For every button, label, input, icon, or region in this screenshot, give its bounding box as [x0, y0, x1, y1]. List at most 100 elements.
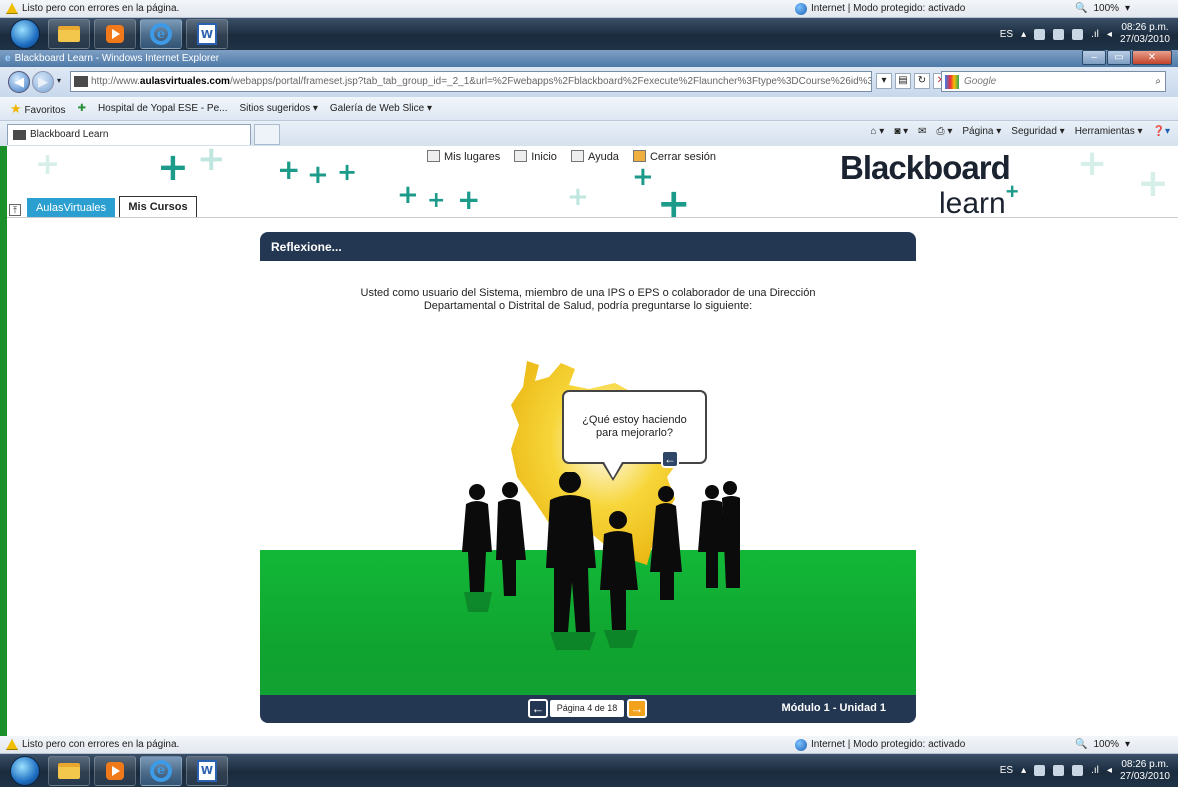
decor-plus: + [35, 147, 61, 182]
search-icon[interactable]: ⌕ [1155, 72, 1161, 91]
show-hidden-icons[interactable]: ▴ [1021, 29, 1026, 40]
word-icon: W [197, 759, 217, 782]
url-path: /webapps/portal/frameset.jsp?tab_tab_gro… [229, 76, 872, 87]
security-menu[interactable]: Seguridad ▾ [1011, 126, 1064, 137]
ie-title-icon: e [5, 53, 11, 64]
link-mis-lugares[interactable]: Mis lugares [427, 150, 500, 163]
favorite-galeria-web-slice[interactable]: Galería de Web Slice ▾ [330, 103, 432, 114]
address-dropdown-button[interactable]: ▾ [876, 73, 892, 89]
warning-icon[interactable] [6, 3, 18, 14]
maximize-button[interactable]: ▭ [1107, 50, 1131, 65]
forward-button[interactable]: ▶ [32, 71, 54, 93]
language-indicator[interactable]: ES [1000, 29, 1013, 40]
taskbar-ie[interactable]: e [140, 19, 182, 49]
window-titlebar: e Blackboard Learn - Windows Internet Ex… [0, 50, 1178, 67]
favorite-hospital-yopal[interactable]: Hospital de Yopal ESE - Pe... [98, 103, 228, 114]
zone-indicator[interactable]: Internet | Modo protegido: activado [795, 2, 965, 15]
tray-app-icon[interactable] [1034, 28, 1046, 40]
action-center-icon[interactable] [1053, 765, 1065, 776]
volume-icon[interactable]: ◂ [1107, 765, 1112, 776]
site-favicon [13, 130, 26, 140]
warning-icon[interactable] [6, 739, 18, 750]
clock[interactable]: 08:26 p.m. 27/03/2010 [1120, 759, 1170, 783]
module-footer: ← Página 4 de 18 → Módulo 1 - Unidad 1 [260, 695, 916, 723]
decor-plus: + [1137, 161, 1169, 205]
search-input[interactable]: Google ⌕ [941, 71, 1166, 92]
status-message[interactable]: Listo pero con errores en la página. [22, 739, 179, 750]
help-icon[interactable]: ❓▾ [1153, 126, 1170, 137]
tab-blackboard-learn[interactable]: Blackboard Learn [7, 124, 251, 145]
tab-label: Blackboard Learn [30, 129, 109, 140]
volume-icon[interactable]: ◂ [1107, 29, 1112, 40]
taskbar-word[interactable]: W [186, 755, 228, 786]
address-toolbar: ◀ ▶ ▾ http://www.aulasvirtuales.com/weba… [0, 67, 1178, 97]
taskbar-media[interactable] [94, 755, 136, 786]
back-button[interactable]: ◀ [8, 71, 30, 93]
favorite-sitios-sugeridos[interactable]: Sitios sugeridos ▾ [239, 103, 317, 114]
tools-menu[interactable]: Herramientas ▾ [1075, 126, 1143, 137]
decor-plus: + [397, 180, 419, 210]
signal-icon[interactable]: .ıl [1091, 765, 1099, 776]
language-indicator[interactable]: ES [1000, 765, 1013, 776]
collapse-icon[interactable]: ⤒ [9, 204, 21, 216]
new-tab-button[interactable] [254, 124, 280, 145]
places-icon [427, 150, 440, 162]
zone-indicator[interactable]: Internet | Modo protegido: activado [795, 738, 965, 751]
address-input[interactable]: http://www.aulasvirtuales.com/webapps/po… [70, 71, 872, 92]
clock-date: 27/03/2010 [1119, 770, 1170, 782]
link-cerrar-sesion[interactable]: Cerrar sesión [632, 150, 716, 163]
taskbar-explorer[interactable] [48, 755, 90, 786]
mail-icon[interactable]: ✉ [918, 126, 926, 137]
link-ayuda[interactable]: Ayuda [570, 150, 619, 163]
previous-page-button[interactable]: ← [528, 699, 548, 718]
google-icon [945, 75, 959, 89]
feeds-icon[interactable]: ◙ ▾ [894, 126, 908, 137]
taskbar-word[interactable]: W [186, 19, 228, 49]
bubble-back-button[interactable]: ← [661, 450, 679, 468]
refresh-icon[interactable]: ↻ [914, 73, 930, 89]
taskbar-ie[interactable]: e [140, 755, 182, 786]
clock[interactable]: 08:26 p.m. 27/03/2010 [1120, 22, 1170, 46]
signal-icon[interactable]: .ıl [1091, 29, 1099, 40]
home-icon[interactable]: ⌂ ▾ [870, 126, 884, 137]
compatibility-view-icon[interactable]: ▤ [895, 73, 911, 89]
show-hidden-icons[interactable]: ▴ [1021, 765, 1026, 776]
network-icon[interactable] [1072, 28, 1084, 40]
link-inicio[interactable]: Inicio [514, 150, 557, 163]
speech-bubble: ¿Qué estoy haciendo para mejorarlo? [562, 390, 707, 481]
favorites-button[interactable]: ★ Favoritos [10, 101, 66, 117]
logout-icon [632, 150, 646, 162]
minimize-button[interactable]: – [1082, 50, 1106, 65]
add-favorite-icon[interactable]: ✚ [78, 103, 86, 114]
tab-aulas-virtuales[interactable]: AulasVirtuales [27, 198, 115, 217]
tray-app-icon[interactable] [1034, 765, 1046, 776]
zoom-control[interactable]: 🔍 100% ▾ [1075, 3, 1130, 14]
taskbar-media[interactable] [94, 19, 136, 49]
network-icon[interactable] [1072, 765, 1084, 776]
site-favicon [74, 76, 88, 87]
module-label: Módulo 1 - Unidad 1 [781, 702, 887, 714]
page-menu[interactable]: Página ▾ [962, 126, 1001, 137]
taskbar: e W ES ▴ .ıl ◂ 08:26 p.m. 27/03/2010 [0, 754, 1178, 787]
zoom-control[interactable]: 🔍 100% ▾ [1075, 739, 1130, 750]
close-button[interactable]: ✕ [1132, 50, 1172, 65]
next-page-button[interactable]: → [627, 699, 647, 718]
logo-plus-icon: + [1005, 179, 1019, 204]
taskbar-explorer[interactable] [48, 19, 90, 49]
tab-mis-cursos[interactable]: Mis Cursos [119, 196, 197, 217]
decor-plus: + [567, 182, 589, 212]
url-prefix: http://www. [91, 76, 140, 87]
decor-plus: + [657, 181, 691, 218]
home-icon [514, 150, 528, 162]
action-center-icon[interactable] [1053, 28, 1065, 40]
system-tray: ES ▴ .ıl ◂ 08:26 p.m. 27/03/2010 [1000, 22, 1170, 46]
zoom-icon: 🔍 [1075, 3, 1088, 14]
help-icon [570, 150, 584, 162]
status-message[interactable]: Listo pero con errores en la página. [22, 3, 179, 14]
start-button[interactable] [10, 755, 40, 786]
url-domain: aulasvirtuales.com [139, 76, 230, 87]
start-button[interactable] [10, 19, 40, 49]
history-dropdown[interactable]: ▾ [57, 76, 61, 85]
decor-plus: + [197, 146, 226, 179]
print-icon[interactable]: ⎙ ▾ [937, 126, 953, 137]
